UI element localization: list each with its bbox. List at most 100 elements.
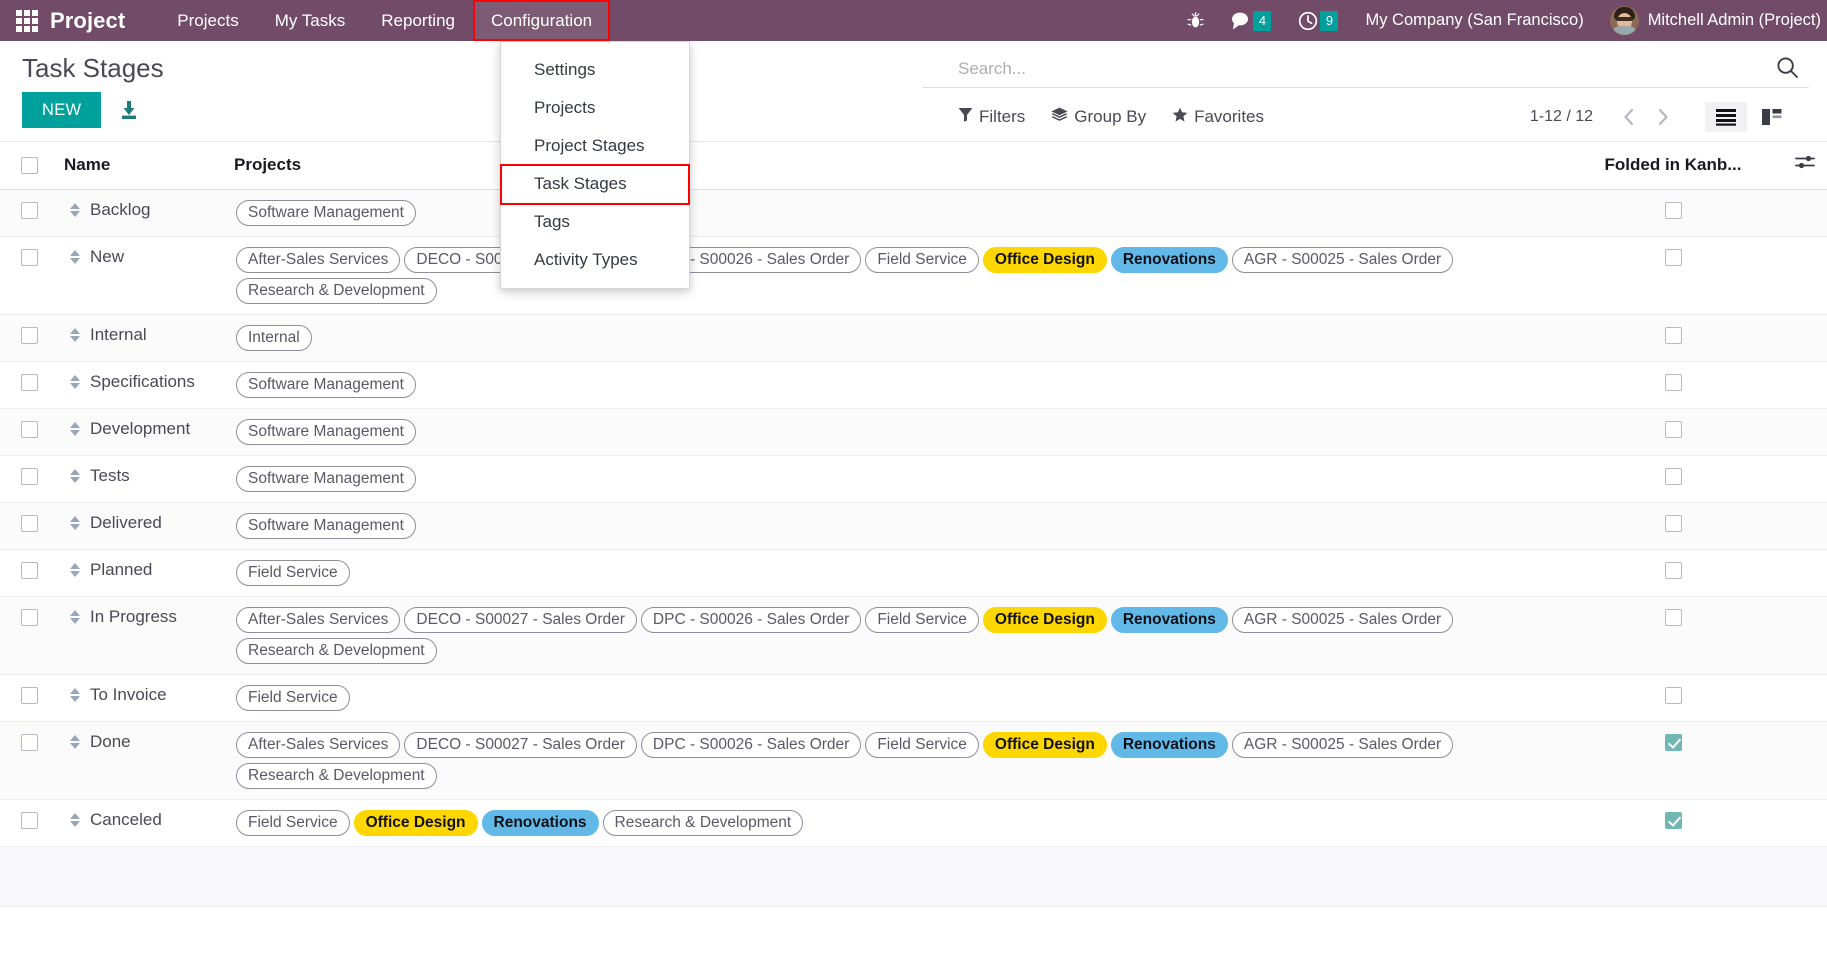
- project-tag[interactable]: Renovations: [481, 810, 599, 836]
- nav-menu-projects[interactable]: Projects: [159, 0, 256, 41]
- column-header-name[interactable]: Name: [58, 142, 228, 190]
- row-select-checkbox[interactable]: [20, 202, 38, 220]
- project-tag[interactable]: DECO - S00027 - Sales Order: [404, 732, 637, 758]
- project-tag[interactable]: Field Service: [236, 810, 350, 836]
- select-all-checkbox[interactable]: [20, 156, 38, 174]
- drag-handle-icon[interactable]: [70, 375, 80, 389]
- drag-handle-icon[interactable]: [70, 422, 80, 436]
- table-row[interactable]: Backlog Software Management: [0, 189, 1827, 237]
- projects-cell[interactable]: Field Service: [228, 674, 1563, 722]
- folded-checkbox[interactable]: [1664, 249, 1682, 267]
- projects-cell[interactable]: Software Management: [228, 455, 1563, 503]
- dropdown-item-task-stages[interactable]: Task Stages: [500, 164, 690, 205]
- stage-name-cell[interactable]: Delivered: [58, 502, 228, 550]
- row-select-checkbox[interactable]: [20, 734, 38, 752]
- folded-checkbox[interactable]: [1664, 812, 1682, 830]
- row-select-checkbox[interactable]: [20, 562, 38, 580]
- row-select-checkbox[interactable]: [20, 327, 38, 345]
- project-tag[interactable]: Office Design: [982, 247, 1107, 273]
- project-tag[interactable]: Office Design: [353, 810, 478, 836]
- project-tag[interactable]: Research & Development: [236, 763, 437, 789]
- table-row[interactable]: Specifications Software Management: [0, 361, 1827, 409]
- bug-icon[interactable]: [1174, 0, 1217, 41]
- folded-checkbox[interactable]: [1664, 327, 1682, 345]
- project-tag[interactable]: Research & Development: [236, 638, 437, 664]
- table-row[interactable]: Development Software Management: [0, 408, 1827, 456]
- table-row[interactable]: Tests Software Management: [0, 455, 1827, 503]
- projects-cell[interactable]: Software Management: [228, 502, 1563, 550]
- search-input[interactable]: [922, 55, 1766, 81]
- user-menu[interactable]: Mitchell Admin (Project): [1598, 0, 1827, 41]
- project-tag[interactable]: Office Design: [982, 607, 1107, 633]
- folded-checkbox[interactable]: [1664, 687, 1682, 705]
- project-tag[interactable]: Field Service: [865, 732, 979, 758]
- folded-checkbox[interactable]: [1664, 202, 1682, 220]
- table-row[interactable]: In Progress After-Sales Services DECO - S0…: [0, 596, 1827, 675]
- chevron-right-icon[interactable]: [1647, 105, 1679, 129]
- project-tag[interactable]: Field Service: [865, 247, 979, 273]
- stage-name-cell[interactable]: Development: [58, 408, 228, 456]
- stage-name-cell[interactable]: Done: [58, 721, 228, 800]
- stage-name-cell[interactable]: Canceled: [58, 799, 228, 847]
- project-tag[interactable]: After-Sales Services: [236, 247, 401, 273]
- project-tag[interactable]: Software Management: [236, 372, 416, 398]
- row-select-checkbox[interactable]: [20, 812, 38, 830]
- filters-button[interactable]: Filters: [958, 107, 1025, 127]
- table-row[interactable]: Canceled Field Service Office Design Renova…: [0, 799, 1827, 847]
- table-row[interactable]: New After-Sales ServicesDECO - S00027 - S…: [0, 236, 1827, 315]
- project-tag[interactable]: Field Service: [236, 560, 350, 586]
- projects-cell[interactable]: Field Service: [228, 549, 1563, 597]
- folded-checkbox[interactable]: [1664, 515, 1682, 533]
- project-tag[interactable]: Software Management: [236, 466, 416, 492]
- project-tag[interactable]: AGR - S00025 - Sales Order: [1231, 247, 1454, 273]
- drag-handle-icon[interactable]: [70, 250, 80, 264]
- project-tag[interactable]: Renovations: [1110, 732, 1228, 758]
- project-tag[interactable]: Research & Development: [236, 278, 437, 304]
- column-header-folded[interactable]: Folded in Kanb...: [1563, 142, 1783, 190]
- folded-checkbox[interactable]: [1664, 468, 1682, 486]
- nav-menu-configuration[interactable]: Configuration: [472, 0, 611, 41]
- drag-handle-icon[interactable]: [70, 516, 80, 530]
- row-select-checkbox[interactable]: [20, 687, 38, 705]
- project-tag[interactable]: DPC - S00026 - Sales Order: [640, 607, 862, 633]
- dropdown-item-project-stages[interactable]: Project Stages: [501, 127, 689, 165]
- dropdown-item-projects[interactable]: Projects: [501, 89, 689, 127]
- list-view-button[interactable]: [1705, 102, 1747, 132]
- project-tag[interactable]: After-Sales Services: [236, 607, 401, 633]
- projects-cell[interactable]: Software Management: [228, 408, 1563, 456]
- project-tag[interactable]: Software Management: [236, 513, 416, 539]
- projects-cell[interactable]: Software Management: [228, 189, 1563, 237]
- project-tag[interactable]: Field Service: [865, 607, 979, 633]
- stage-name-cell[interactable]: Internal: [58, 314, 228, 362]
- row-select-checkbox[interactable]: [20, 421, 38, 439]
- project-tag[interactable]: Internal: [236, 325, 312, 351]
- kanban-view-button[interactable]: [1751, 102, 1793, 132]
- projects-cell[interactable]: After-Sales ServicesDECO - S00027 - Sale…: [228, 721, 1563, 800]
- folded-checkbox[interactable]: [1664, 734, 1682, 752]
- project-tag[interactable]: After-Sales Services: [236, 732, 401, 758]
- stage-name-cell[interactable]: Tests: [58, 455, 228, 503]
- project-tag[interactable]: Field Service: [236, 685, 350, 711]
- chevron-left-icon[interactable]: [1613, 105, 1645, 129]
- messages-counter[interactable]: 4: [1217, 0, 1284, 41]
- nav-menu-reporting[interactable]: Reporting: [363, 0, 473, 41]
- stage-name-cell[interactable]: Backlog: [58, 189, 228, 237]
- dropdown-item-tags[interactable]: Tags: [501, 203, 689, 241]
- folded-checkbox[interactable]: [1664, 562, 1682, 580]
- folded-checkbox[interactable]: [1664, 374, 1682, 392]
- table-row[interactable]: Done After-Sales Services DECO - S00027 - …: [0, 721, 1827, 800]
- drag-handle-icon[interactable]: [70, 328, 80, 342]
- drag-handle-icon[interactable]: [70, 469, 80, 483]
- table-row[interactable]: Planned Field Service: [0, 549, 1827, 597]
- apps-grid-icon[interactable]: [14, 8, 40, 34]
- column-header-projects[interactable]: Projects: [228, 142, 1563, 190]
- row-select-checkbox[interactable]: [20, 374, 38, 392]
- activities-counter[interactable]: 9: [1284, 0, 1351, 41]
- nav-menu-my-tasks[interactable]: My Tasks: [257, 0, 364, 41]
- row-select-checkbox[interactable]: [20, 468, 38, 486]
- drag-handle-icon[interactable]: [70, 688, 80, 702]
- projects-cell[interactable]: After-Sales ServicesDECO - S00027 - Sale…: [228, 596, 1563, 675]
- row-select-checkbox[interactable]: [20, 515, 38, 533]
- projects-cell[interactable]: Software Management: [228, 361, 1563, 409]
- app-brand-project[interactable]: Project: [50, 8, 125, 34]
